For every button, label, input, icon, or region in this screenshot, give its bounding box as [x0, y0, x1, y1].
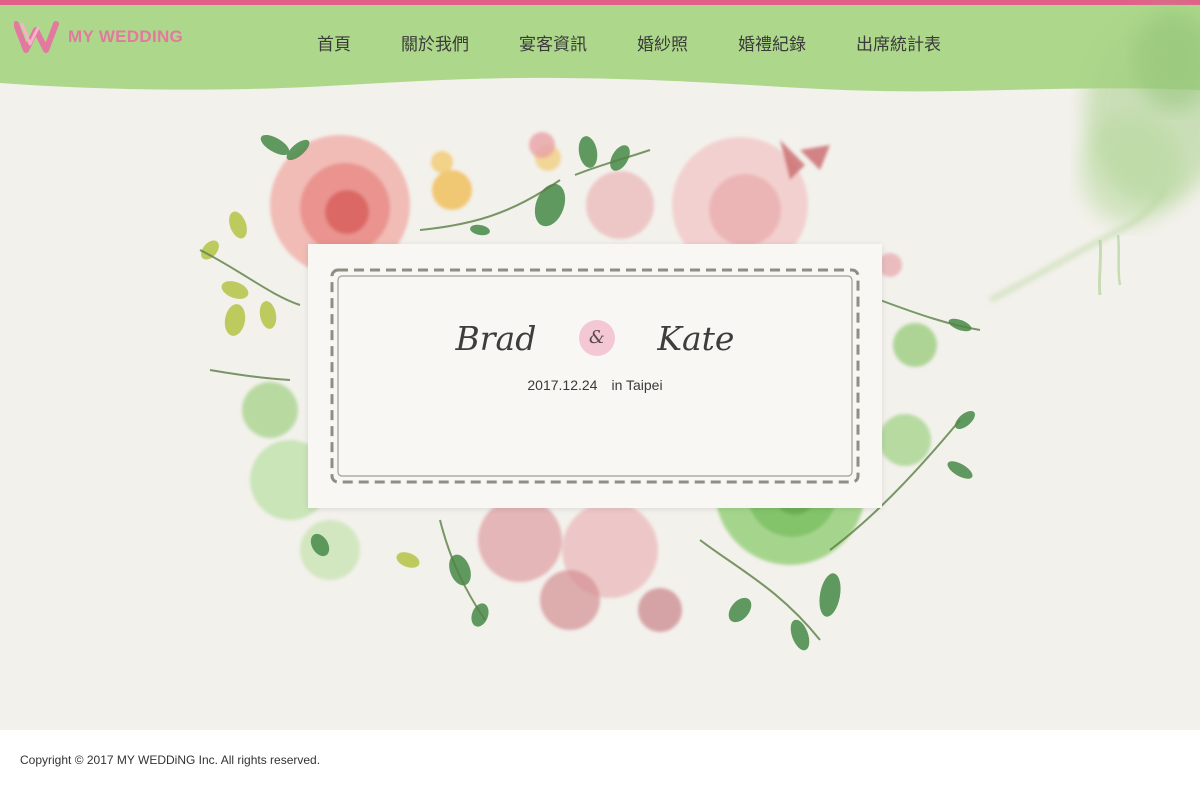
nav-item-attendance-stats[interactable]: 出席統計表 — [831, 30, 966, 55]
ampersand-badge: & — [578, 320, 615, 356]
nav-item-about[interactable]: 關於我們 — [376, 30, 494, 55]
groom-name: Brad — [455, 318, 537, 358]
pink-flowers-bottom — [478, 498, 682, 632]
footer: Copyright © 2017 MY WEDDiNG Inc. All rig… — [0, 730, 1200, 800]
event-date: 2017.12.24 — [527, 377, 598, 393]
bride-name: Kate — [657, 318, 735, 358]
brand-logo[interactable]: MY WEDDING — [14, 20, 183, 54]
nav-item-home[interactable]: 首頁 — [292, 30, 376, 55]
wedding-logo-icon — [14, 21, 59, 53]
brand-name: MY WEDDING — [68, 27, 184, 46]
scalloped-frame — [330, 268, 860, 484]
main-nav: 首頁 關於我們 宴客資訊 婚紗照 婚禮紀錄 出席統計表 — [292, 24, 966, 60]
event-details: 2017.12.24 in Taipei — [308, 377, 882, 393]
couple-names: Brad & Kate — [308, 316, 882, 358]
copyright-text: Copyright © 2017 MY WEDDiNG Inc. All rig… — [20, 753, 321, 767]
event-location: in Taipei — [611, 377, 663, 393]
nav-item-wedding-photos[interactable]: 婚紗照 — [612, 30, 713, 55]
green-watercolor-splash — [988, 10, 1200, 303]
nav-item-wedding-records[interactable]: 婚禮紀錄 — [713, 30, 831, 55]
invitation-card: Brad & Kate 2017.12.24 in Taipei — [308, 244, 882, 508]
nav-item-banquet-info[interactable]: 宴客資訊 — [494, 30, 612, 55]
